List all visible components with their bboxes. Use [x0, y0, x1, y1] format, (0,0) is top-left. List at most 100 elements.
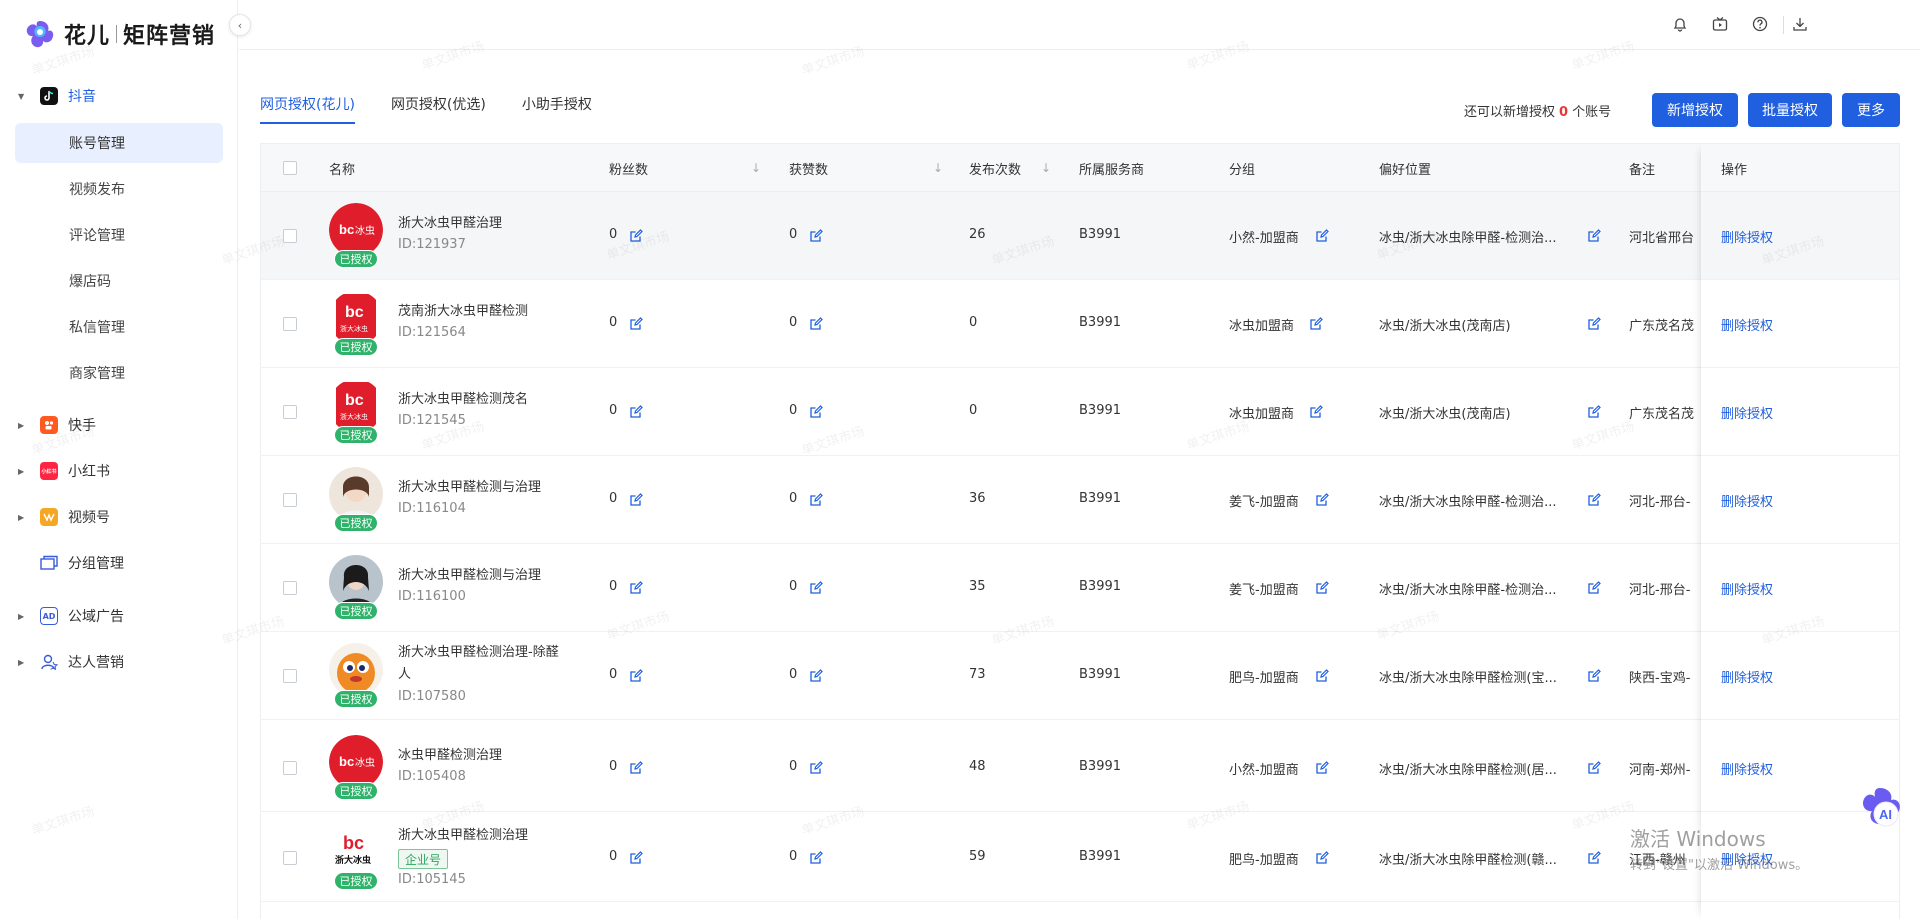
add-auth-button[interactable]: 新增授权: [1652, 93, 1738, 127]
edit-icon[interactable]: [1309, 405, 1323, 419]
edit-icon[interactable]: [1587, 851, 1601, 865]
activation-subtitle: 转到"设置"以激活 Windows。: [1630, 858, 1809, 873]
edit-icon[interactable]: [1587, 493, 1601, 507]
edit-icon[interactable]: [629, 229, 643, 243]
caret-right-icon: ▶: [18, 466, 25, 476]
delete-auth-link[interactable]: 删除授权: [1721, 491, 1773, 510]
edit-icon[interactable]: [1587, 405, 1601, 419]
sort-arrow-icon[interactable]: ↓: [751, 161, 761, 175]
likes-count: 0: [789, 491, 798, 506]
edit-icon[interactable]: [1587, 761, 1601, 775]
tab-web-auth-huaer[interactable]: 网页授权(花儿): [260, 94, 355, 124]
table-row: 已授权 浙大冰虫甲醛检测与治理 ID:116104 0 0 36 B3991 姜飞-加盟商 冰虫…: [261, 456, 1899, 544]
edit-icon[interactable]: [809, 851, 823, 865]
nav-group-xiaohongshu[interactable]: ▶ 小红书 小红书: [0, 453, 238, 489]
nav-group-influencer-marketing[interactable]: ▶ 达人营销: [0, 644, 238, 680]
posts-count: 59: [969, 849, 986, 864]
nav-item-comment-management[interactable]: 评论管理: [15, 215, 223, 255]
row-checkbox[interactable]: [283, 405, 297, 419]
nav-group-group-management[interactable]: 分组管理: [0, 545, 238, 581]
delete-auth-link[interactable]: 删除授权: [1721, 227, 1773, 246]
select-all-checkbox[interactable]: [283, 161, 297, 175]
nav-item-store-code[interactable]: 爆店码: [15, 261, 223, 301]
nav-group-shipinhao[interactable]: ▶ 视频号: [0, 499, 238, 535]
chevron-left-icon: ‹: [237, 18, 243, 32]
edit-icon[interactable]: [1315, 581, 1329, 595]
batch-auth-button[interactable]: 批量授权: [1748, 93, 1832, 127]
edit-icon[interactable]: [629, 669, 643, 683]
edit-icon[interactable]: [1587, 669, 1601, 683]
caret-down-icon: ▼: [18, 91, 25, 101]
account-id: ID:105145: [398, 872, 466, 887]
edit-icon[interactable]: [1315, 669, 1329, 683]
video-icon[interactable]: [1710, 14, 1730, 34]
edit-icon[interactable]: [809, 669, 823, 683]
edit-icon[interactable]: [809, 761, 823, 775]
account-avatar: bc 冰虫: [329, 203, 383, 257]
edit-icon[interactable]: [629, 493, 643, 507]
edit-icon[interactable]: [629, 405, 643, 419]
edit-icon[interactable]: [629, 761, 643, 775]
provider: B3991: [1079, 667, 1122, 682]
account-avatar: bc 浙大冰虫: [329, 291, 383, 345]
provider: B3991: [1079, 579, 1122, 594]
edit-icon[interactable]: [809, 229, 823, 243]
edit-icon[interactable]: [1315, 229, 1329, 243]
row-checkbox[interactable]: [283, 229, 297, 243]
edit-icon[interactable]: [1587, 317, 1601, 331]
authorized-badge: 已授权: [334, 514, 378, 532]
edit-icon[interactable]: [629, 851, 643, 865]
sidebar-collapse-button[interactable]: ‹: [229, 14, 251, 36]
delete-auth-link[interactable]: 删除授权: [1721, 579, 1773, 598]
provider: B3991: [1079, 403, 1122, 418]
svg-text:浙大冰虫: 浙大冰虫: [340, 324, 368, 333]
nav-item-video-publish[interactable]: 视频发布: [15, 169, 223, 209]
row-checkbox[interactable]: [283, 761, 297, 775]
delete-auth-link[interactable]: 删除授权: [1721, 315, 1773, 334]
delete-auth-link[interactable]: 删除授权: [1721, 759, 1773, 778]
edit-icon[interactable]: [809, 317, 823, 331]
nav-item-merchant-management[interactable]: 商家管理: [15, 353, 223, 393]
account-id: ID:116100: [398, 589, 466, 604]
row-checkbox[interactable]: [283, 851, 297, 865]
nav-group-kuaishou[interactable]: ▶ 快手: [0, 407, 238, 443]
row-checkbox[interactable]: [283, 317, 297, 331]
delete-auth-link[interactable]: 删除授权: [1721, 667, 1773, 686]
preferred-location: 冰虫/浙大冰虫除甲醛检测(赣...: [1379, 853, 1557, 868]
sort-arrow-icon[interactable]: ↓: [1041, 161, 1051, 175]
edit-icon[interactable]: [629, 317, 643, 331]
edit-icon[interactable]: [1309, 317, 1323, 331]
windows-activation-notice: 激活 Windows 转到"设置"以激活 Windows。: [1630, 823, 1808, 873]
edit-icon[interactable]: [1587, 581, 1601, 595]
edit-icon[interactable]: [1315, 851, 1329, 865]
quota-suffix: 个账号: [1572, 105, 1612, 120]
nav-group-label: 分组管理: [68, 556, 124, 572]
edit-icon[interactable]: [809, 581, 823, 595]
edit-icon[interactable]: [1315, 761, 1329, 775]
quota-count: 0: [1559, 105, 1569, 120]
auth-tabs: 网页授权(花儿) 网页授权(优选) 小助手授权: [260, 94, 592, 124]
delete-auth-link[interactable]: 删除授权: [1721, 403, 1773, 422]
row-checkbox[interactable]: [283, 669, 297, 683]
nav-group-douyin[interactable]: ▼ 抖音: [0, 78, 238, 114]
edit-icon[interactable]: [809, 405, 823, 419]
nav-item-dm-management[interactable]: 私信管理: [15, 307, 223, 347]
more-button[interactable]: 更多: [1842, 93, 1900, 127]
nav-item-account-management[interactable]: 账号管理: [15, 123, 223, 163]
tab-assistant-auth[interactable]: 小助手授权: [522, 94, 592, 124]
authorized-badge: 已授权: [334, 338, 378, 356]
bell-icon[interactable]: [1670, 14, 1690, 34]
ai-assistant-button[interactable]: AI: [1855, 784, 1905, 834]
help-icon[interactable]: [1750, 14, 1770, 34]
tab-web-auth-youxuan[interactable]: 网页授权(优选): [391, 94, 486, 124]
row-checkbox[interactable]: [283, 493, 297, 507]
nav-group-public-ads[interactable]: ▶ AD 公域广告: [0, 598, 238, 634]
edit-icon[interactable]: [629, 581, 643, 595]
sort-arrow-icon[interactable]: ↓: [933, 161, 943, 175]
edit-icon[interactable]: [1587, 229, 1601, 243]
provider: B3991: [1079, 227, 1122, 242]
edit-icon[interactable]: [1315, 493, 1329, 507]
edit-icon[interactable]: [809, 493, 823, 507]
row-checkbox[interactable]: [283, 581, 297, 595]
download-icon[interactable]: [1790, 14, 1810, 34]
